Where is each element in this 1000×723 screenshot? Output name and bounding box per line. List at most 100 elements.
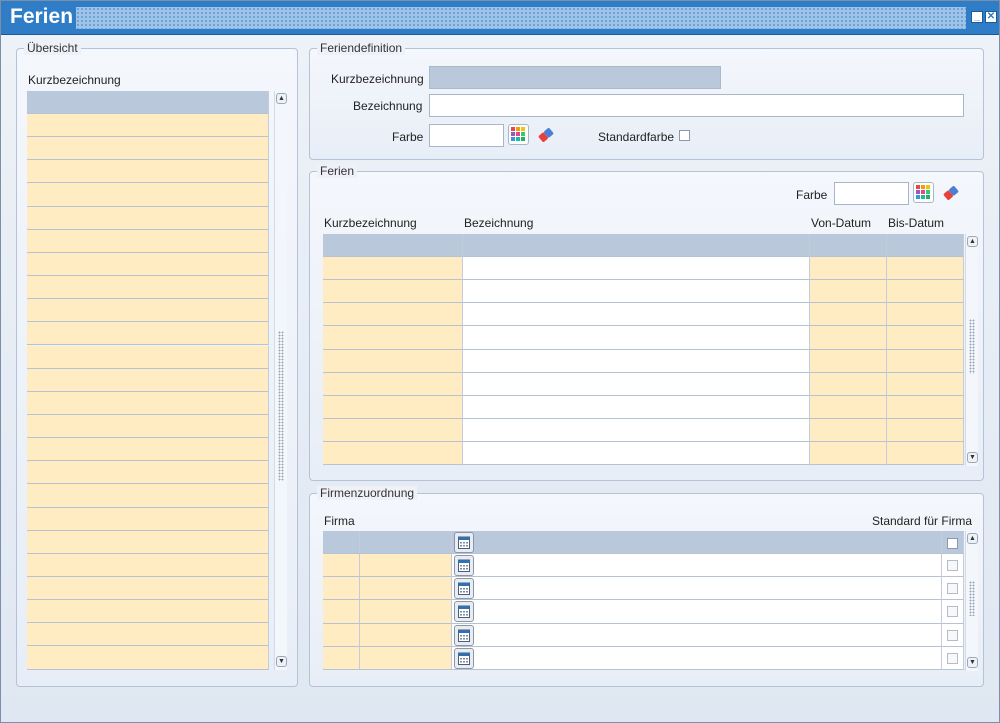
scroll-down-icon[interactable]: ▼ — [967, 452, 978, 463]
table-cell[interactable] — [323, 372, 463, 396]
color-palette-icon[interactable] — [508, 124, 529, 145]
holidays-color-input[interactable] — [834, 182, 909, 205]
table-cell[interactable] — [810, 372, 887, 396]
table-row[interactable] — [27, 391, 269, 415]
table-cell[interactable] — [810, 303, 887, 327]
table-cell[interactable] — [323, 600, 360, 624]
calendar-icon[interactable] — [454, 578, 474, 600]
default-company-checkbox[interactable] — [947, 560, 958, 571]
table-cell[interactable] — [887, 349, 964, 373]
table-row[interactable] — [27, 646, 269, 670]
holidays-scrollbar[interactable]: ▲ ▼ — [965, 234, 978, 466]
table-cell[interactable] — [810, 395, 887, 420]
table-row[interactable] — [27, 252, 269, 277]
table-row[interactable] — [27, 229, 269, 253]
table-cell[interactable] — [887, 419, 964, 443]
scroll-thumb[interactable] — [969, 581, 975, 616]
table-cell[interactable] — [887, 326, 964, 350]
table-row[interactable] — [27, 484, 269, 508]
table-cell[interactable] — [887, 280, 964, 304]
definition-name-input[interactable] — [429, 94, 964, 117]
definition-color-input[interactable] — [429, 124, 504, 147]
table-row[interactable] — [27, 299, 269, 323]
table-cell[interactable] — [463, 257, 810, 281]
table-row[interactable] — [27, 600, 269, 624]
table-cell[interactable] — [810, 326, 887, 350]
table-cell[interactable] — [323, 349, 463, 373]
table-cell[interactable] — [810, 257, 887, 281]
scroll-up-icon[interactable]: ▲ — [967, 236, 978, 247]
companies-scrollbar[interactable]: ▲ ▼ — [965, 531, 978, 671]
default-color-checkbox[interactable] — [679, 130, 690, 141]
calendar-icon[interactable] — [454, 532, 474, 553]
table-row[interactable] — [27, 623, 269, 647]
calendar-icon[interactable] — [454, 601, 474, 623]
table-cell[interactable] — [323, 280, 463, 304]
definition-short-input[interactable] — [429, 66, 721, 89]
table-cell[interactable] — [323, 419, 463, 443]
table-row[interactable] — [27, 461, 269, 485]
calendar-icon[interactable] — [454, 624, 474, 646]
table-row[interactable] — [27, 345, 269, 369]
table-cell[interactable] — [323, 554, 360, 578]
table-cell[interactable] — [323, 646, 360, 670]
scroll-up-icon[interactable]: ▲ — [276, 93, 287, 104]
table-cell[interactable] — [463, 395, 810, 420]
table-row[interactable] — [27, 553, 269, 577]
table-cell[interactable] — [463, 372, 810, 396]
table-cell[interactable] — [810, 419, 887, 443]
table-cell[interactable] — [452, 646, 942, 670]
table-cell[interactable] — [360, 623, 452, 647]
table-cell[interactable] — [323, 442, 463, 466]
table-row[interactable] — [27, 137, 269, 161]
table-cell[interactable] — [323, 303, 463, 327]
default-company-checkbox[interactable] — [947, 606, 958, 618]
table-cell[interactable] — [810, 349, 887, 373]
table-row[interactable] — [27, 114, 269, 138]
table-cell[interactable] — [887, 372, 964, 396]
table-cell[interactable] — [452, 577, 942, 601]
table-row[interactable] — [27, 322, 269, 346]
default-company-checkbox[interactable] — [947, 652, 958, 664]
table-row[interactable] — [27, 368, 269, 392]
table-cell[interactable] — [887, 303, 964, 327]
table-cell[interactable] — [887, 395, 964, 420]
table-cell[interactable] — [323, 257, 463, 281]
scroll-down-icon[interactable]: ▼ — [967, 657, 978, 668]
scroll-thumb[interactable] — [278, 331, 284, 481]
table-cell[interactable] — [360, 554, 452, 578]
overview-scrollbar[interactable]: ▲ ▼ — [274, 91, 287, 670]
table-cell[interactable] — [360, 646, 452, 670]
table-cell[interactable] — [463, 442, 810, 466]
table-cell[interactable] — [452, 600, 942, 624]
table-cell[interactable] — [463, 349, 810, 373]
table-row[interactable] — [27, 183, 269, 207]
table-cell[interactable] — [463, 326, 810, 350]
calendar-icon[interactable] — [454, 647, 474, 669]
table-cell[interactable] — [463, 419, 810, 443]
table-row[interactable] — [27, 507, 269, 531]
table-cell[interactable] — [452, 623, 942, 647]
table-cell[interactable] — [887, 257, 964, 281]
table-row[interactable] — [27, 276, 269, 300]
eraser-icon[interactable] — [537, 126, 555, 144]
table-row[interactable] — [27, 414, 269, 439]
table-cell[interactable] — [323, 577, 360, 601]
select-all-checkbox[interactable] — [947, 538, 958, 549]
table-cell[interactable] — [452, 554, 942, 578]
table-cell[interactable] — [810, 280, 887, 304]
table-cell[interactable] — [887, 442, 964, 466]
table-cell[interactable] — [323, 395, 463, 420]
table-row[interactable] — [27, 206, 269, 230]
table-row[interactable] — [27, 577, 269, 601]
default-company-checkbox[interactable] — [947, 629, 958, 641]
color-palette-icon[interactable] — [913, 182, 934, 203]
table-cell[interactable] — [360, 577, 452, 601]
table-cell[interactable] — [360, 600, 452, 624]
eraser-icon[interactable] — [942, 184, 960, 202]
table-cell[interactable] — [323, 623, 360, 647]
minimize-icon[interactable]: _ — [971, 11, 983, 23]
close-icon[interactable]: ✕ — [985, 11, 997, 23]
scroll-down-icon[interactable]: ▼ — [276, 656, 287, 667]
scroll-up-icon[interactable]: ▲ — [967, 533, 978, 544]
